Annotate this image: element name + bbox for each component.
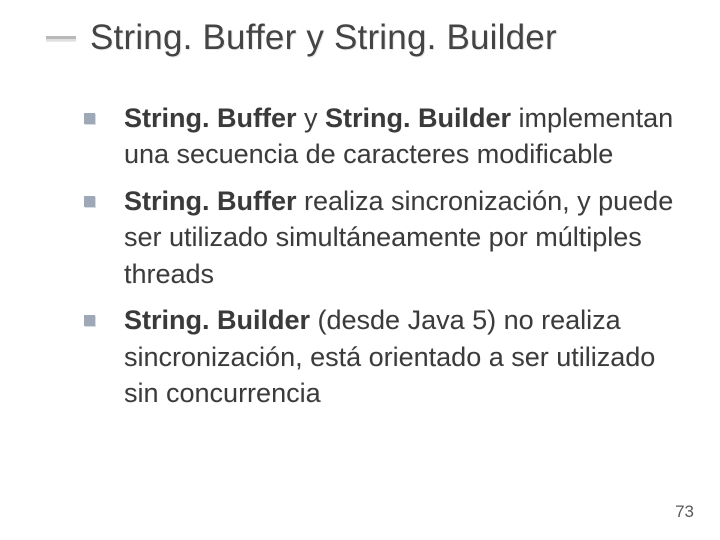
keyword: String. Buffer	[124, 186, 297, 216]
slide-title: String. Buffer y String. Builder	[90, 18, 557, 58]
title-row: String. Buffer y String. Builder	[46, 18, 700, 58]
bullet-list: String. Buffer y String. Builder impleme…	[84, 100, 680, 412]
list-item: String. Builder (desde Java 5) no realiz…	[84, 302, 680, 411]
slide: String. Buffer y String. Builder String.…	[0, 0, 720, 540]
title-rule-icon	[46, 36, 76, 41]
page-number: 73	[675, 502, 694, 522]
text: y	[297, 103, 326, 133]
keyword: String. Builder	[325, 103, 511, 133]
square-bullet-icon	[84, 315, 95, 326]
square-bullet-icon	[84, 196, 95, 207]
keyword: String. Buffer	[124, 103, 297, 133]
content-area: String. Buffer y String. Builder impleme…	[84, 100, 680, 422]
square-bullet-icon	[84, 113, 95, 124]
keyword: String. Builder	[124, 305, 310, 335]
list-item: String. Buffer y String. Builder impleme…	[84, 100, 680, 173]
list-item: String. Buffer realiza sincronización, y…	[84, 183, 680, 292]
